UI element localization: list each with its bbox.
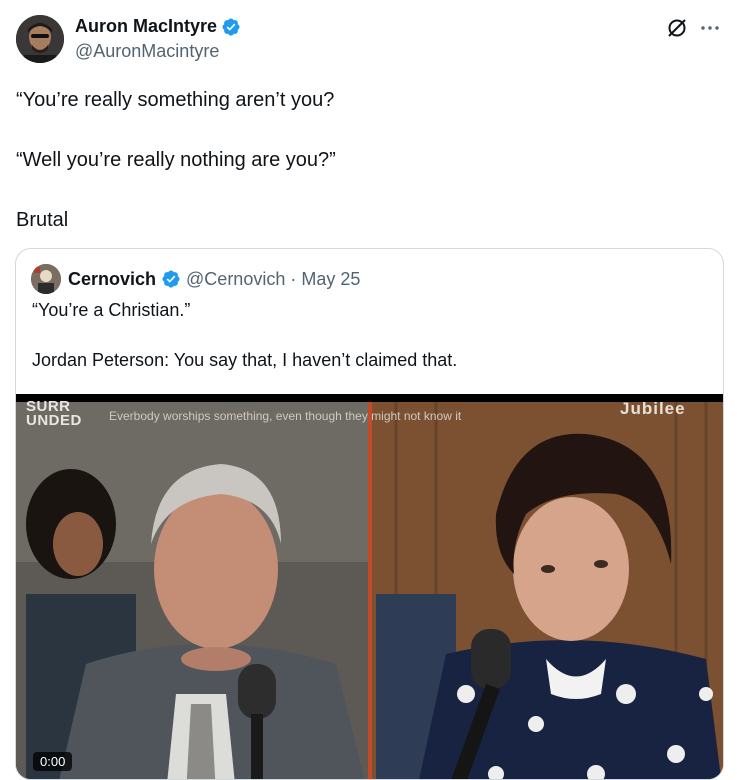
author-handle[interactable]: @AuronMacintyre — [75, 41, 219, 62]
quoted-header: Cernovich @Cernovich · May 25 — [31, 264, 360, 294]
author-avatar[interactable] — [16, 15, 64, 63]
video-frame — [16, 394, 723, 779]
quoted-author-name[interactable]: Cernovich — [68, 269, 156, 290]
verified-badge-icon — [161, 269, 181, 289]
author-name[interactable]: Auron MacIntyre — [75, 16, 217, 37]
quoted-date[interactable]: May 25 — [301, 269, 360, 290]
video-player[interactable]: SURR UNDED Everbody worships something, … — [16, 394, 723, 779]
video-brand-logo: Jubilee — [620, 399, 686, 418]
quoted-line: “You’re a Christian.” — [32, 300, 191, 320]
video-caption-logo-line: UNDED — [26, 412, 82, 429]
quoted-tweet-card[interactable]: Cernovich @Cernovich · May 25 “You’re a … — [15, 248, 724, 780]
tweet-line: “You’re really something aren’t you? — [16, 89, 335, 111]
more-options-icon[interactable] — [698, 16, 722, 40]
video-caption-subtitle: Everbody worships something, even though… — [109, 409, 462, 423]
quoted-text: “You’re a Christian.” Jordan Peterson: Y… — [32, 297, 702, 397]
quoted-author-handle[interactable]: @Cernovich — [186, 269, 285, 290]
tweet-line: “Well you’re really nothing are you?” — [16, 149, 336, 171]
author-name-row: Auron MacIntyre — [75, 16, 241, 37]
quoted-avatar[interactable] — [31, 264, 61, 294]
tweet-text: “You’re really something aren’t you? “We… — [16, 85, 706, 265]
tweet-line: Brutal — [16, 209, 69, 231]
quoted-separator: · — [290, 268, 297, 289]
grok-icon[interactable] — [665, 16, 689, 40]
verified-badge-icon — [221, 17, 241, 37]
quoted-line: Jordan Peterson: You say that, I haven’t… — [32, 350, 458, 370]
video-caption-logo: SURR UNDED — [26, 399, 82, 429]
